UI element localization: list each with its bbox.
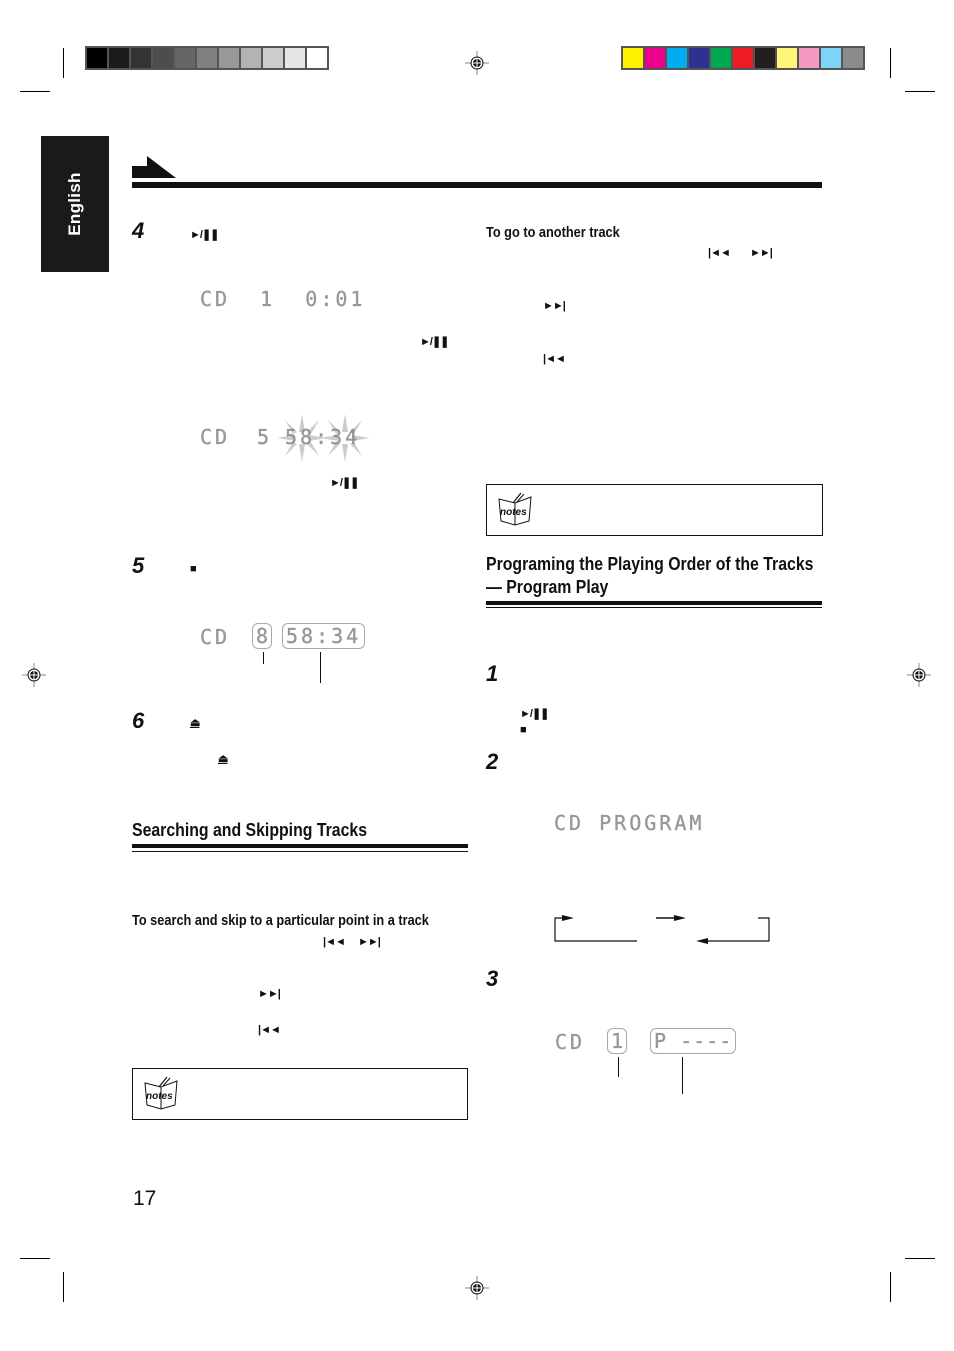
process-color-bar <box>621 46 865 70</box>
lcd-source: CD <box>555 1030 586 1054</box>
color-swatch <box>645 48 665 68</box>
step-number: 6 <box>132 708 145 733</box>
play-pause-icon: ►/❚❚ <box>520 708 549 720</box>
lcd-program-step: 1 <box>607 1028 628 1054</box>
page-number: 17 <box>133 1187 157 1210</box>
section-heading: Programing the Playing Order of the Trac… <box>486 554 814 574</box>
section-arrow-icon <box>132 156 176 178</box>
color-swatch <box>821 48 841 68</box>
color-swatch <box>175 48 195 68</box>
step-number: 2 <box>486 749 499 774</box>
lcd-display-playing: CD 1 0:01 <box>200 287 366 311</box>
section-heading: — Program Play <box>486 577 609 597</box>
lcd-source: CD <box>200 625 231 649</box>
heading-rule <box>132 844 468 848</box>
crop-mark <box>63 1272 64 1302</box>
subheading: To go to another track <box>486 225 620 241</box>
lcd-total-time: 58:34 <box>282 623 366 649</box>
skip-back-icon: |◄◄ <box>323 936 346 948</box>
lcd-total-tracks: 8 <box>252 623 273 649</box>
skip-back-icon: |◄◄ <box>258 1024 281 1036</box>
crop-mark <box>890 48 891 78</box>
grayscale-color-bar <box>85 46 329 70</box>
notes-book-icon: notes <box>498 492 532 526</box>
color-swatch <box>777 48 797 68</box>
heading-rule <box>486 601 822 605</box>
notes-label: notes <box>146 1091 173 1102</box>
heading-rule <box>486 607 822 608</box>
language-tab: English <box>41 136 109 272</box>
leader-line <box>682 1057 683 1094</box>
color-swatch <box>711 48 731 68</box>
language-label: English <box>65 172 84 236</box>
color-swatch <box>153 48 173 68</box>
registration-mark-icon <box>907 663 931 687</box>
lcd-source: CD <box>200 425 231 449</box>
eject-icon: ⏏ <box>218 753 228 765</box>
registration-mark-icon <box>22 663 46 687</box>
notes-box: notes <box>132 1068 468 1120</box>
lcd-elapsed-time: 58:34 <box>285 425 361 449</box>
color-swatch <box>623 48 643 68</box>
mode-cycle-diagram <box>554 915 770 944</box>
skip-back-icon: |◄◄ <box>708 247 731 259</box>
skip-forward-icon: ►►| <box>543 300 566 312</box>
color-swatch <box>219 48 239 68</box>
color-swatch <box>667 48 687 68</box>
step-number: 5 <box>132 553 145 578</box>
notes-label: notes <box>500 507 527 518</box>
color-swatch <box>263 48 283 68</box>
eject-icon: ⏏ <box>190 717 200 729</box>
step-number: 3 <box>486 966 499 991</box>
crop-mark <box>20 1258 50 1259</box>
notes-box: notes <box>486 484 823 536</box>
leader-line <box>320 652 321 683</box>
crop-mark <box>20 91 50 92</box>
color-swatch <box>87 48 107 68</box>
lcd-program-track: P ---- <box>650 1028 737 1054</box>
color-swatch <box>843 48 863 68</box>
step-number: 4 <box>132 218 145 243</box>
stop-icon: ■ <box>190 563 197 575</box>
notes-book-icon: notes <box>144 1076 178 1110</box>
color-swatch <box>285 48 305 68</box>
section-heading: Searching and Skipping Tracks <box>132 820 368 840</box>
crop-mark <box>905 91 935 92</box>
color-swatch <box>307 48 327 68</box>
color-swatch <box>755 48 775 68</box>
color-swatch <box>109 48 129 68</box>
skip-back-icon: |◄◄ <box>543 353 566 365</box>
crop-mark <box>63 48 64 78</box>
leader-line <box>618 1057 619 1077</box>
registration-mark-icon <box>465 1276 489 1300</box>
skip-forward-icon: ►►| <box>358 936 381 948</box>
heading-rule <box>132 851 468 852</box>
crop-mark <box>890 1272 891 1302</box>
play-pause-icon: ►/❚❚ <box>420 336 449 348</box>
color-swatch <box>241 48 261 68</box>
color-swatch <box>689 48 709 68</box>
top-rule <box>132 182 822 188</box>
skip-forward-icon: ►►| <box>258 988 281 1000</box>
crop-mark <box>905 1258 935 1259</box>
color-swatch <box>733 48 753 68</box>
leader-line <box>263 652 264 664</box>
lcd-track-number: 5 <box>257 425 273 449</box>
lcd-program-display: CD PROGRAM <box>554 811 705 835</box>
color-swatch <box>131 48 151 68</box>
color-swatch <box>197 48 217 68</box>
stop-icon: ■ <box>520 724 527 736</box>
play-pause-icon: ►/❚❚ <box>190 229 219 241</box>
step-number: 1 <box>486 661 499 686</box>
play-pause-icon: ►/❚❚ <box>330 477 359 489</box>
registration-mark-icon <box>465 51 489 75</box>
skip-forward-icon: ►►| <box>750 247 773 259</box>
subheading: To search and skip to a particular point… <box>132 913 429 929</box>
color-swatch <box>799 48 819 68</box>
